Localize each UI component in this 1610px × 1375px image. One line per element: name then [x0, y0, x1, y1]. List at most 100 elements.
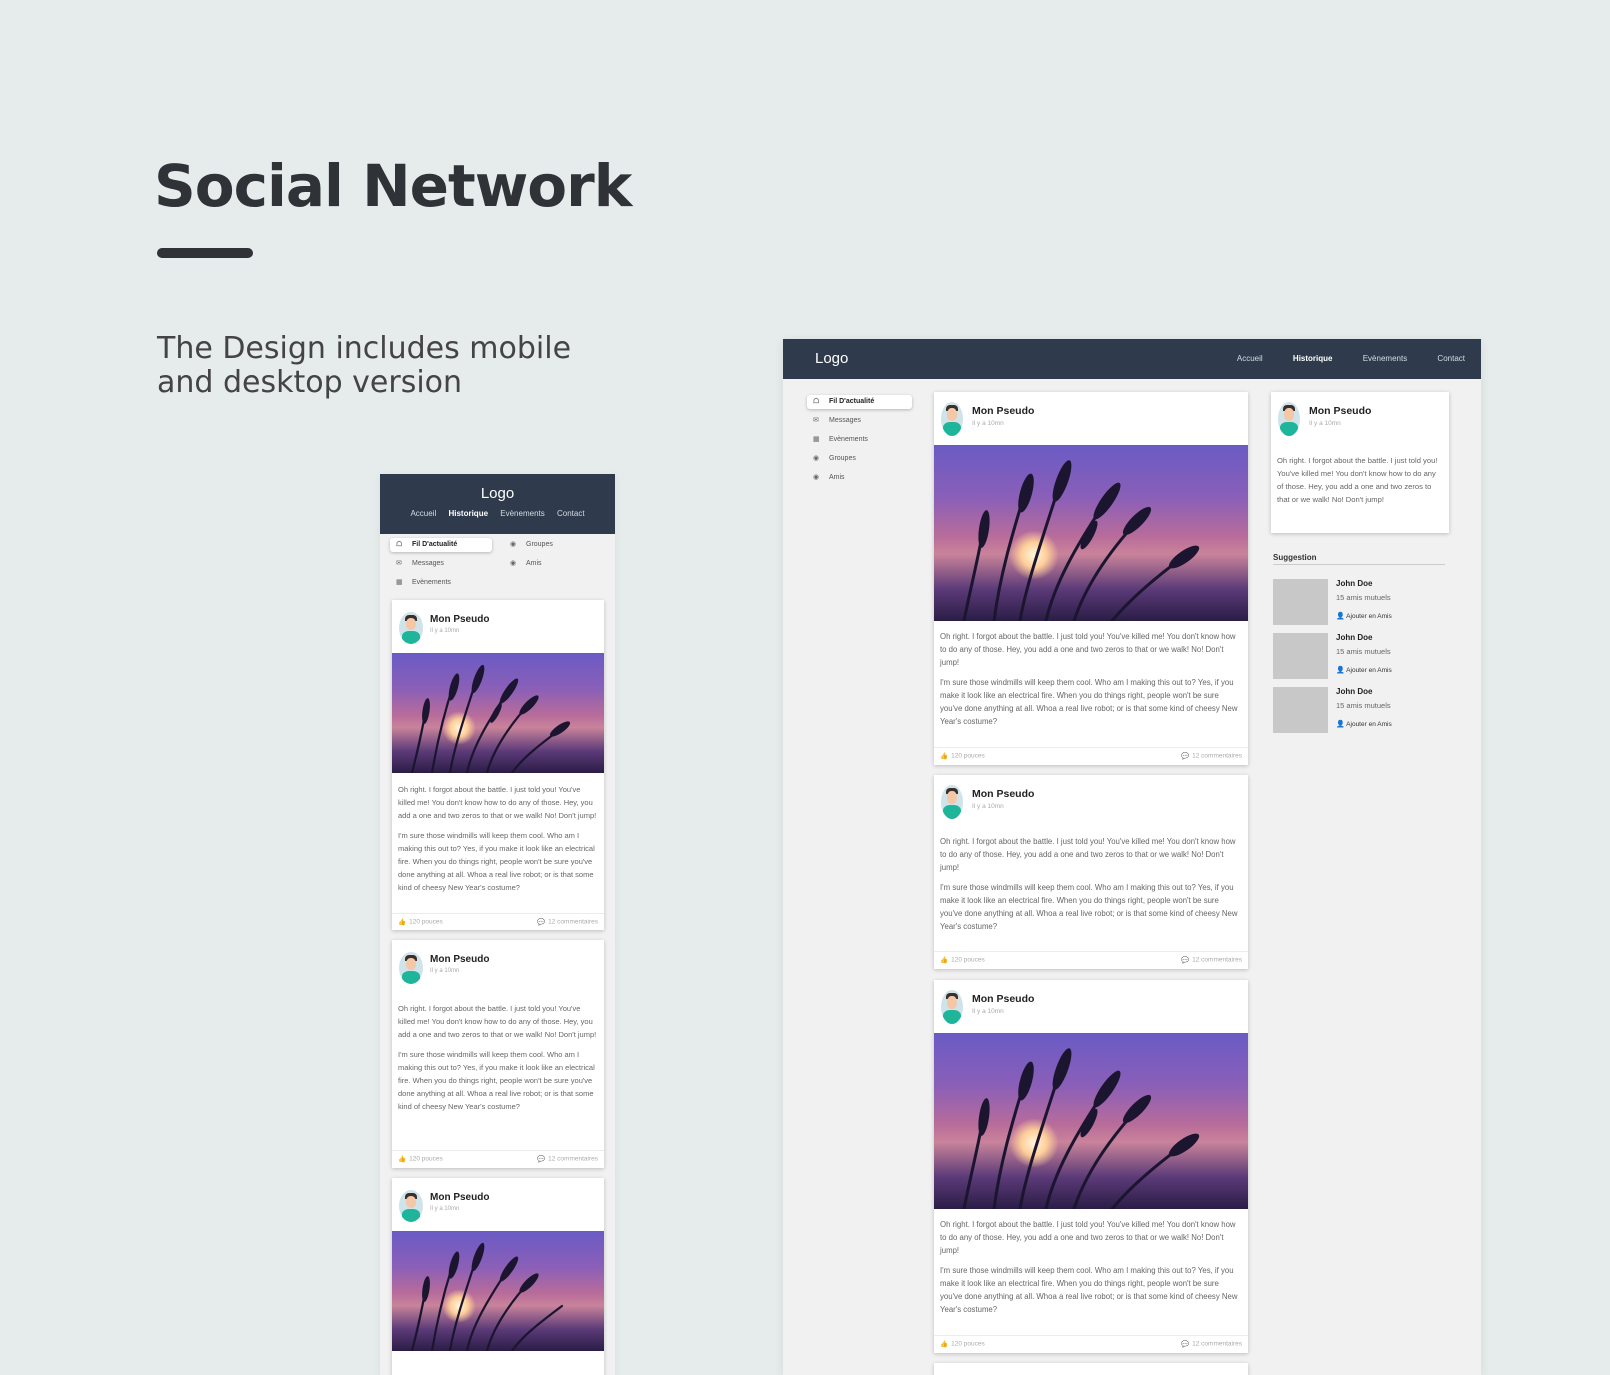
- post-footer: 👍 120 pouces 💬 12 commentaires: [934, 1335, 1248, 1353]
- avatar[interactable]: [399, 612, 423, 644]
- comment-bubble-icon: 💬: [537, 1156, 546, 1163]
- menu-item-amis[interactable]: ◉ Amis: [807, 471, 912, 485]
- menu-label: Groupes: [526, 541, 553, 548]
- suggestion-name[interactable]: John Doe: [1336, 687, 1372, 696]
- friends-icon: ◉: [510, 560, 517, 567]
- like-count: 120 pouces: [409, 1155, 443, 1163]
- nav-historique[interactable]: Historique: [1293, 354, 1333, 363]
- post-footer: 👍 120 pouces 💬 12 commentaires: [934, 747, 1248, 765]
- logo[interactable]: Logo: [380, 474, 615, 507]
- comment-bubble-icon: 💬: [1181, 1341, 1190, 1348]
- post-card: Mon Pseudo Il y a 10mn: [934, 392, 1248, 765]
- comment-button[interactable]: 💬 12 commentaires: [1181, 1340, 1242, 1348]
- like-button[interactable]: 👍 120 pouces: [940, 752, 985, 760]
- post-image[interactable]: [392, 653, 604, 773]
- calendar-icon: ▦: [813, 436, 820, 443]
- nav-accueil[interactable]: Accueil: [1237, 354, 1263, 363]
- post-card: Mon Pseudo Il y a 10mn: [392, 1178, 604, 1375]
- menu-item-evenements[interactable]: ▦ Evènements: [807, 433, 912, 447]
- comment-button[interactable]: 💬 12 commentaires: [537, 1155, 598, 1163]
- friends-icon: ◉: [813, 474, 820, 481]
- post-author[interactable]: Mon Pseudo: [972, 405, 1034, 417]
- post-text: Oh right. I forgot about the battle. I j…: [398, 1002, 598, 1120]
- post-paragraph: Oh right. I forgot about the battle. I j…: [398, 785, 597, 820]
- post-author[interactable]: Mon Pseudo: [430, 954, 489, 965]
- menu-label: Messages: [412, 560, 444, 567]
- menu-label: Fil D'actualité: [829, 398, 875, 405]
- nav-contact[interactable]: Contact: [1437, 354, 1465, 363]
- menu-item-fil[interactable]: ☖ Fil D'actualité: [390, 538, 492, 552]
- add-friend-label: Ajouter en Amis: [1346, 721, 1392, 728]
- post-text: Oh right. I forgot about the battle. I j…: [940, 1218, 1242, 1323]
- suggestion-item: John Doe 15 amis mutuels 👤 Ajouter en Am…: [1273, 633, 1453, 679]
- desktop-nav: Accueil Historique Evènements Contact: [1209, 354, 1465, 363]
- menu-item-messages[interactable]: ✉ Messages: [390, 557, 470, 571]
- comment-count: 12 commentaires: [548, 918, 598, 926]
- post-image[interactable]: [392, 1231, 604, 1351]
- avatar[interactable]: [399, 1190, 423, 1222]
- add-friend-button[interactable]: 👤 Ajouter en Amis: [1336, 720, 1392, 728]
- post-author[interactable]: Mon Pseudo: [972, 788, 1034, 800]
- post-author[interactable]: Mon Pseudo: [972, 993, 1034, 1005]
- nav-evenements[interactable]: Evènements: [500, 509, 544, 518]
- avatar[interactable]: [399, 952, 423, 984]
- menu-item-fil[interactable]: ☖ Fil D'actualité: [807, 395, 912, 409]
- menu-item-groupes[interactable]: ◉ Groupes: [807, 452, 912, 466]
- suggestion-mutual: 15 amis mutuels: [1336, 647, 1391, 656]
- nav-historique[interactable]: Historique: [448, 509, 488, 518]
- page-subtitle: The Design includes mobile and desktop v…: [157, 331, 572, 400]
- post-author[interactable]: Mon Pseudo: [1309, 405, 1371, 417]
- suggestion-photo[interactable]: [1273, 633, 1328, 679]
- post-footer: 👍 120 pouces 💬 12 commentaires: [934, 951, 1248, 969]
- post-text: Oh right. I forgot about the battle. I j…: [398, 783, 598, 901]
- menu-item-evenements[interactable]: ▦ Evènements: [390, 576, 470, 590]
- comment-button[interactable]: 💬 12 commentaires: [1181, 752, 1242, 760]
- comment-button[interactable]: 💬 12 commentaires: [537, 918, 598, 926]
- like-button[interactable]: 👍 120 pouces: [940, 1340, 985, 1348]
- suggestion-photo[interactable]: [1273, 687, 1328, 733]
- post-paragraph: I'm sure those windmills will keep them …: [398, 1050, 595, 1111]
- suggestion-mutual: 15 amis mutuels: [1336, 701, 1391, 710]
- comment-count: 12 commentaires: [548, 1155, 598, 1163]
- avatar[interactable]: [941, 990, 963, 1024]
- nav-accueil[interactable]: Accueil: [410, 509, 436, 518]
- nav-evenements[interactable]: Evènements: [1363, 354, 1407, 363]
- menu-label: Evènements: [412, 579, 451, 586]
- comment-count: 12 commentaires: [1192, 1340, 1242, 1348]
- post-image[interactable]: [934, 1033, 1248, 1209]
- like-button[interactable]: 👍 120 pouces: [398, 918, 443, 926]
- avatar[interactable]: [1278, 402, 1300, 436]
- home-icon: ☖: [396, 541, 403, 548]
- mobile-mockup: Logo Accueil Historique Evènements Conta…: [380, 474, 615, 1375]
- comment-bubble-icon: 💬: [537, 919, 546, 926]
- like-button[interactable]: 👍 120 pouces: [940, 956, 985, 964]
- post-author[interactable]: Mon Pseudo: [430, 1192, 489, 1203]
- add-friend-button[interactable]: 👤 Ajouter en Amis: [1336, 666, 1392, 674]
- menu-item-amis[interactable]: ◉ Amis: [504, 557, 584, 571]
- add-friend-icon: 👤: [1336, 721, 1345, 728]
- post-image[interactable]: [934, 445, 1248, 621]
- comment-bubble-icon: 💬: [1181, 957, 1190, 964]
- post-card: Mon Pseudo Il y a 10mn Oh right. I forgo…: [934, 775, 1248, 969]
- suggestion-name[interactable]: John Doe: [1336, 579, 1372, 588]
- logo[interactable]: Logo: [815, 350, 848, 367]
- suggestion-photo[interactable]: [1273, 579, 1328, 625]
- avatar[interactable]: [941, 785, 963, 819]
- mobile-side-menu: ☖ Fil D'actualité ✉ Messages ▦ Evènements ◉…: [380, 534, 615, 598]
- comment-button[interactable]: 💬 12 commentaires: [1181, 956, 1242, 964]
- avatar[interactable]: [941, 402, 963, 436]
- menu-label: Fil D'actualité: [412, 541, 458, 548]
- like-button[interactable]: 👍 120 pouces: [398, 1155, 443, 1163]
- suggestion-title: Suggestion: [1273, 553, 1445, 565]
- post-time: Il y a 10mn: [430, 628, 460, 634]
- post-card: Mon Pseudo Il y a 10mn: [934, 980, 1248, 1353]
- menu-item-messages[interactable]: ✉ Messages: [807, 414, 912, 428]
- post-paragraph: Oh right. I forgot about the battle. I j…: [940, 632, 1236, 667]
- add-friend-button[interactable]: 👤 Ajouter en Amis: [1336, 612, 1392, 620]
- post-author[interactable]: Mon Pseudo: [430, 614, 489, 625]
- menu-item-groupes[interactable]: ◉ Groupes: [504, 538, 584, 552]
- nav-contact[interactable]: Contact: [557, 509, 585, 518]
- suggestion-name[interactable]: John Doe: [1336, 633, 1372, 642]
- messages-icon: ✉: [396, 560, 402, 567]
- post-time: Il y a 10mn: [430, 968, 460, 974]
